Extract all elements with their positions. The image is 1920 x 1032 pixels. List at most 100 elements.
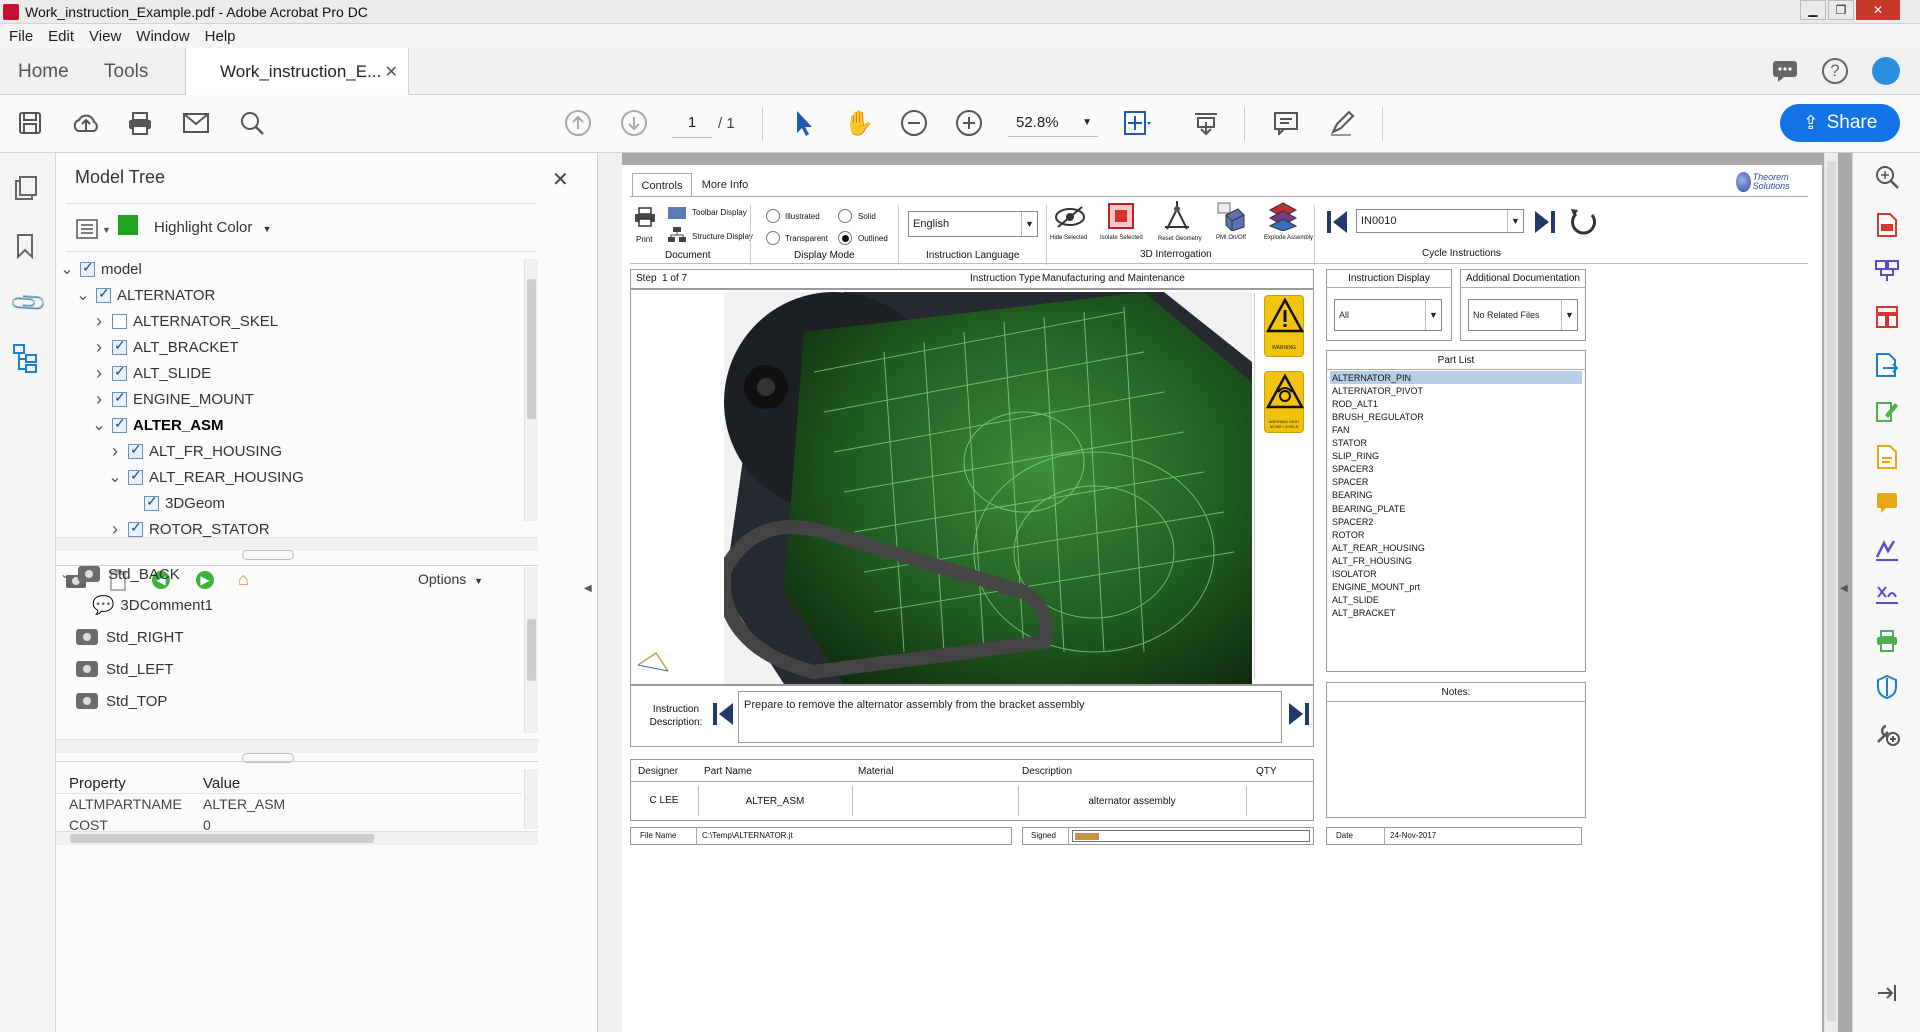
cycle-instruction-select[interactable]: IN0010 ▼ [1356, 209, 1524, 233]
tree-item[interactable]: › ALT_SLIDE [92, 360, 211, 386]
collapse-tools-icon[interactable] [1873, 979, 1901, 1007]
structure-display-icon[interactable] [668, 227, 686, 248]
comment-chat-icon[interactable] [1772, 60, 1798, 82]
tab-document[interactable]: Work_instruction_E... ✕ [185, 48, 409, 95]
properties-horizontal-scrollbar[interactable] [56, 831, 538, 845]
attachments-icon[interactable]: 📎 [8, 283, 50, 325]
highlight-pen-icon[interactable] [1326, 107, 1358, 139]
close-panel-icon[interactable]: ✕ [552, 167, 569, 192]
page-thumbnails-icon[interactable] [14, 175, 38, 206]
print-doc-icon[interactable] [634, 207, 656, 232]
menu-edit[interactable]: Edit [48, 28, 74, 45]
close-window-button[interactable]: ✕ [1856, 0, 1900, 20]
collapse-right-panel-arrow-icon[interactable]: ◀ [1840, 583, 1848, 594]
chevron-right-icon[interactable]: › [108, 441, 122, 462]
tree-item[interactable]: › ENGINE_MOUNT [92, 386, 254, 412]
part-list-item[interactable]: ROTOR [1330, 528, 1582, 541]
part-list-item[interactable]: ENGINE_MOUNT_prt [1330, 581, 1582, 594]
isolate-selected-icon[interactable] [1106, 201, 1136, 236]
tab-tools[interactable]: Tools [104, 48, 148, 95]
tree-item[interactable]: ⌄ ALTER_ASM [92, 412, 223, 438]
view-item[interactable]: Std_RIGHT [76, 622, 184, 652]
tree-item[interactable]: ⌄ model [60, 256, 142, 282]
restore-button[interactable]: ❐ [1828, 0, 1854, 20]
views-vertical-scrollbar[interactable] [524, 567, 538, 733]
next-step-icon[interactable] [1288, 701, 1310, 732]
visibility-checkbox[interactable] [112, 389, 127, 407]
part-list-item[interactable]: ALT_SLIDE [1330, 594, 1582, 607]
export-pdf-icon[interactable] [1873, 351, 1901, 379]
views-horizontal-scrollbar[interactable] [56, 739, 538, 753]
visibility-checkbox[interactable] [112, 363, 127, 381]
menu-file[interactable]: File [9, 28, 33, 45]
visibility-checkbox[interactable] [96, 285, 111, 303]
part-list-item[interactable]: BEARING_PLATE [1330, 502, 1582, 515]
replay-icon[interactable] [1568, 207, 1598, 242]
select-arrow-icon[interactable] [788, 107, 820, 139]
page-number-input[interactable]: 1 [672, 108, 712, 138]
export-pdf-yellow-icon[interactable] [1873, 443, 1901, 471]
3d-alternator-model[interactable] [724, 292, 1252, 684]
illustrated-radio[interactable] [766, 209, 780, 223]
reset-geometry-icon[interactable] [1162, 199, 1192, 238]
instruction-language-select[interactable]: English ▼ [908, 211, 1038, 237]
visibility-checkbox[interactable] [112, 313, 127, 329]
print-icon[interactable] [124, 107, 156, 139]
tree-horizontal-scrollbar[interactable] [56, 537, 538, 551]
home-view-icon[interactable]: ⌂ [238, 569, 249, 590]
comment-icon[interactable] [1270, 107, 1302, 139]
structure-display-label[interactable]: Structure Display [692, 232, 753, 241]
instruction-display-select[interactable]: All ▼ [1334, 299, 1442, 331]
combine-files-icon[interactable] [1873, 257, 1901, 285]
view-item[interactable]: 💬 3DComment1 [92, 590, 213, 620]
part-list-item[interactable]: SPACER3 [1330, 463, 1582, 476]
visibility-checkbox[interactable] [128, 441, 143, 459]
previous-step-icon[interactable] [712, 701, 734, 732]
scroll-mode-icon[interactable] [1190, 107, 1222, 139]
tree-item[interactable]: › ALTERNATOR_SKEL [92, 308, 278, 334]
tab-controls[interactable]: Controls [632, 173, 692, 197]
part-list-item[interactable]: ALT_REAR_HOUSING [1330, 541, 1582, 554]
page-up-icon[interactable] [562, 107, 594, 139]
comment-tool-icon[interactable] [1873, 489, 1901, 517]
send-for-signature-icon[interactable] [1873, 581, 1901, 609]
tree-vertical-scrollbar[interactable] [524, 259, 538, 521]
zoom-out-icon[interactable] [898, 107, 930, 139]
visibility-checkbox[interactable] [112, 415, 127, 433]
outlined-radio[interactable] [838, 231, 852, 245]
part-list-item[interactable]: ALT_BRACKET [1330, 607, 1582, 620]
part-list-item[interactable]: STATOR [1330, 437, 1582, 450]
visibility-checkbox[interactable] [128, 467, 143, 485]
edit-pdf-icon[interactable] [1873, 397, 1901, 425]
chevron-down-icon[interactable]: ▼ [102, 225, 111, 235]
tree-item[interactable]: › ALT_FR_HOUSING [108, 438, 282, 464]
chevron-right-icon[interactable]: › [92, 363, 106, 384]
zoom-search-icon[interactable] [1873, 163, 1901, 191]
create-pdf-icon[interactable] [1873, 211, 1901, 239]
part-list-item[interactable]: ALTERNATOR_PIVOT [1330, 384, 1582, 397]
last-instruction-icon[interactable] [1534, 209, 1556, 240]
more-tools-icon[interactable] [1873, 719, 1901, 747]
chevron-right-icon[interactable]: › [92, 337, 106, 358]
additional-documentation-select[interactable]: No Related Files ▼ [1468, 299, 1578, 331]
search-icon[interactable] [236, 107, 268, 139]
visibility-checkbox[interactable] [128, 519, 143, 537]
part-list-item[interactable]: ISOLATOR [1330, 568, 1582, 581]
toolbar-display-icon[interactable] [668, 207, 686, 219]
chevron-down-icon[interactable]: ⌄ [76, 285, 90, 305]
share-button[interactable]: ⇪ Share [1780, 104, 1900, 142]
view-item[interactable]: ⌄ Std_BACK [58, 559, 180, 589]
zoom-level-select[interactable]: 52.8% ▼ [1008, 109, 1098, 137]
account-avatar-icon[interactable] [1872, 57, 1900, 85]
part-list-item[interactable]: BEARING [1330, 489, 1582, 502]
hide-selected-icon[interactable] [1054, 203, 1086, 236]
chevron-right-icon[interactable]: › [92, 389, 106, 410]
panel-splitter-grip[interactable] [242, 550, 294, 560]
transparent-radio[interactable] [766, 231, 780, 245]
explode-assembly-icon[interactable] [1268, 201, 1298, 236]
part-list-item[interactable]: SPACER2 [1330, 515, 1582, 528]
minimize-button[interactable]: ▁ [1800, 0, 1826, 20]
fill-sign-icon[interactable] [1873, 535, 1901, 563]
visibility-checkbox[interactable] [112, 337, 127, 355]
properties-vertical-scrollbar[interactable] [524, 769, 538, 829]
